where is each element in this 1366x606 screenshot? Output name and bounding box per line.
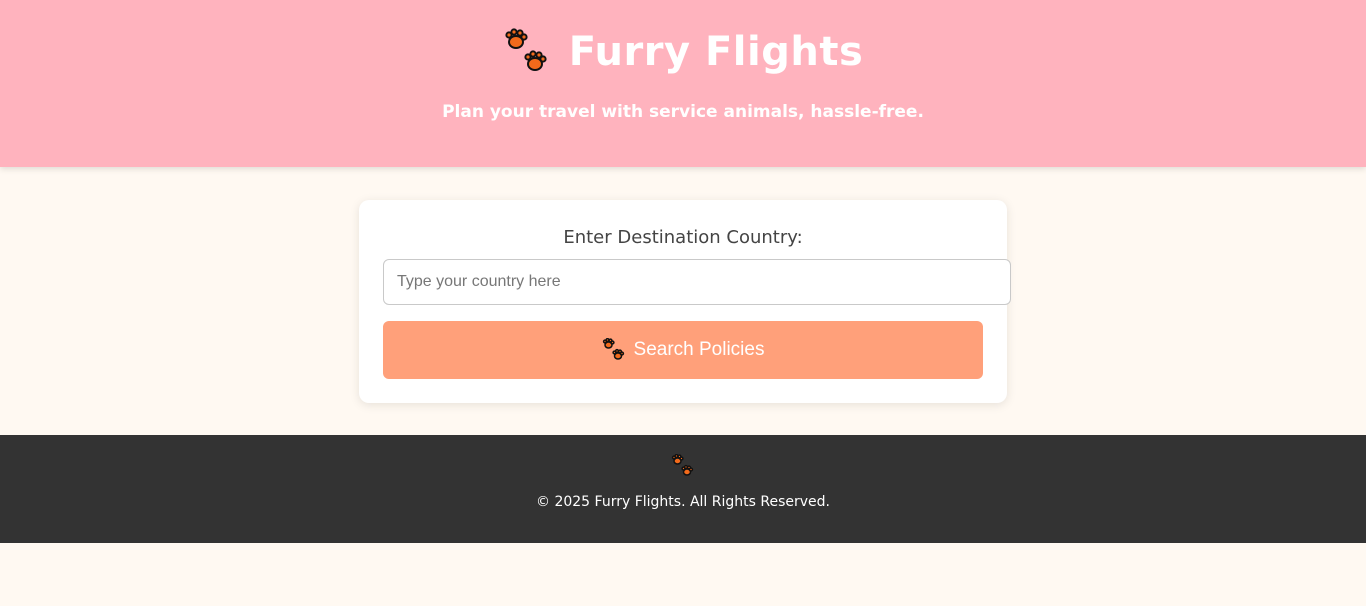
- page-title: Furry Flights: [568, 29, 864, 75]
- site-footer: © 2025 Furry Flights. All Rights Reserve…: [0, 435, 1366, 543]
- country-search-input[interactable]: [383, 259, 1011, 305]
- paw-prints-icon: [503, 28, 551, 76]
- paw-prints-icon: [602, 338, 626, 362]
- copyright-text: © 2025 Furry Flights. All Rights Reserve…: [536, 494, 830, 510]
- footer-paw-row: [0, 454, 1366, 478]
- search-button-label: Search Policies: [633, 339, 765, 360]
- destination-label: Enter Destination Country:: [563, 227, 803, 248]
- title-row: Furry Flights: [0, 26, 1366, 78]
- page-subtitle: Plan your travel with service animals, h…: [442, 102, 924, 122]
- search-card: Enter Destination Country: Search Poli: [359, 200, 1011, 403]
- site-header: Furry Flights Plan your travel with serv…: [0, 0, 1366, 167]
- search-policies-button[interactable]: Search Policies: [383, 321, 983, 379]
- paw-prints-icon: [671, 454, 695, 478]
